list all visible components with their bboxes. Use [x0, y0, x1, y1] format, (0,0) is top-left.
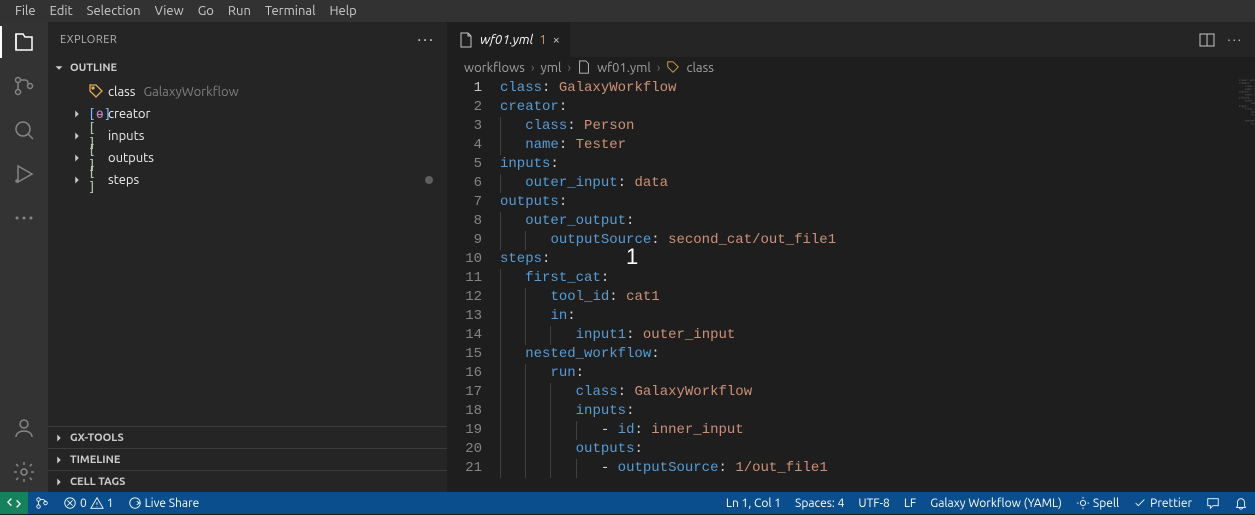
editor-area: wf01.yml 1 × ··· workflows›yml›wf01.yml›… [448, 22, 1255, 492]
brackets-icon: [ɵ] [88, 107, 104, 122]
breadcrumb-class[interactable]: class [686, 61, 713, 75]
indentation-button[interactable]: Spaces: 4 [788, 492, 851, 514]
liveshare-button[interactable]: Live Share [121, 492, 207, 514]
cursor-position[interactable]: Ln 1, Col 1 [719, 492, 788, 514]
outline-header[interactable]: OUTLINE [48, 57, 447, 79]
language-mode-button[interactable]: Galaxy Workflow (YAML) [923, 492, 1069, 514]
spell-button[interactable]: Spell [1069, 492, 1126, 514]
account-icon[interactable] [12, 416, 36, 440]
breadcrumb-workflows[interactable]: workflows [464, 61, 525, 75]
sidebar-title: EXPLORER [60, 34, 117, 46]
vcs-branch-button[interactable] [28, 492, 56, 514]
sidebar-more-icon[interactable]: ··· [417, 31, 435, 49]
outline-item-inputs[interactable]: [ ]inputs [48, 125, 447, 147]
outline-tree: classGalaxyWorkflow[ɵ]creator[ ]inputs[ … [48, 79, 447, 426]
menu-run[interactable]: Run [221, 4, 258, 18]
file-icon [458, 32, 474, 48]
more-icon[interactable] [12, 206, 36, 230]
menu-go[interactable]: Go [191, 4, 221, 18]
settings-icon[interactable] [12, 460, 36, 484]
file-icon [577, 60, 591, 74]
menu-selection[interactable]: Selection [80, 4, 148, 18]
remote-button[interactable] [0, 492, 28, 514]
menu-edit[interactable]: Edit [43, 4, 80, 18]
section-gx-tools[interactable]: GX-TOOLS [48, 426, 447, 448]
breadcrumb-wf01.yml[interactable]: wf01.yml [597, 61, 651, 75]
menu-terminal[interactable]: Terminal [258, 4, 323, 18]
modified-dot-icon [425, 176, 433, 184]
chevron-right-icon [70, 129, 84, 143]
section-cell tags[interactable]: CELL TAGS [48, 470, 447, 492]
chevron-right-icon [52, 431, 66, 445]
array-icon: [ ] [88, 165, 104, 195]
outline-item-class[interactable]: classGalaxyWorkflow [48, 81, 447, 103]
menu-help[interactable]: Help [322, 4, 363, 18]
eol-button[interactable]: LF [897, 492, 923, 514]
explorer-sidebar: EXPLORER ··· OUTLINE classGalaxyWorkflow… [48, 22, 448, 492]
section-timeline[interactable]: TIMELINE [48, 448, 447, 470]
prettier-button[interactable]: Prettier [1126, 492, 1199, 514]
chevron-right-icon [70, 173, 84, 187]
tag-icon [88, 83, 104, 102]
close-icon[interactable]: × [553, 33, 560, 47]
menu-file[interactable]: File [8, 4, 43, 18]
outline-item-creator[interactable]: [ɵ]creator [48, 103, 447, 125]
problems-button[interactable]: 0 1 [56, 492, 121, 514]
tag-icon [666, 60, 680, 74]
feedback-icon[interactable] [1199, 492, 1227, 514]
chevron-right-icon [70, 107, 84, 121]
chevron-right-icon [52, 475, 66, 489]
source-control-icon[interactable] [12, 74, 36, 98]
outline-item-steps[interactable]: [ ]steps [48, 169, 447, 191]
split-editor-icon[interactable] [1199, 32, 1215, 48]
breadcrumb-yml[interactable]: yml [541, 61, 562, 75]
outline-item-outputs[interactable]: [ ]outputs [48, 147, 447, 169]
menubar: FileEditSelectionViewGoRunTerminalHelp [0, 0, 1255, 22]
run-debug-icon[interactable] [12, 162, 36, 186]
activity-bar [0, 22, 48, 492]
chevron-right-icon [52, 453, 66, 467]
line-gutter: 123456789101112131415161718192021 [448, 79, 500, 492]
tab-bar: wf01.yml 1 × ··· [448, 22, 1255, 57]
chevron-right-icon [70, 151, 84, 165]
menu-view[interactable]: View [148, 4, 191, 18]
search-icon[interactable] [12, 118, 36, 142]
minimap[interactable]: class: GalaxyWorkflow creator: class: Pe… [1165, 79, 1255, 492]
code-content[interactable]: class: GalaxyWorkflowcreator: class: Per… [500, 79, 1255, 492]
editor-more-icon[interactable]: ··· [1227, 33, 1243, 47]
chevron-down-icon [52, 61, 66, 75]
status-bar: 0 1 Live Share Ln 1, Col 1 Spaces: 4 UTF… [0, 492, 1255, 514]
explorer-icon[interactable] [12, 30, 36, 54]
encoding-button[interactable]: UTF-8 [851, 492, 896, 514]
tab-wf01[interactable]: wf01.yml 1 × [448, 22, 571, 57]
bell-icon[interactable] [1227, 492, 1255, 514]
breadcrumb[interactable]: workflows›yml›wf01.yml›class [448, 57, 1255, 79]
